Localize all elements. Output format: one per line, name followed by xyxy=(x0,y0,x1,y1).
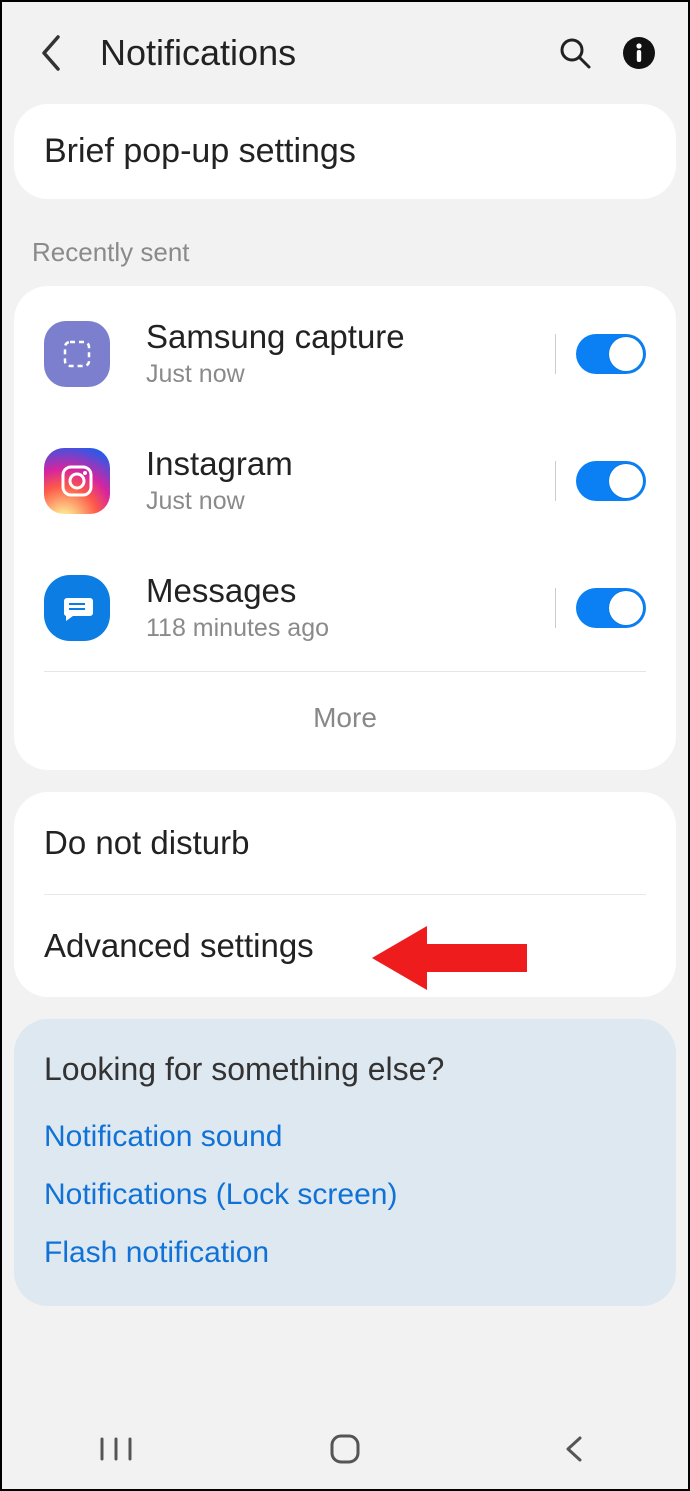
samsung-capture-icon xyxy=(44,321,110,387)
app-sub: Just now xyxy=(146,487,535,516)
do-not-disturb-row[interactable]: Do not disturb xyxy=(14,792,676,894)
search-button[interactable] xyxy=(552,30,598,76)
back-icon xyxy=(562,1434,586,1464)
info-button[interactable] xyxy=(616,30,662,76)
link-flash-notification[interactable]: Flash notification xyxy=(44,1236,646,1270)
nav-home[interactable] xyxy=(320,1424,370,1474)
nav-recents[interactable] xyxy=(91,1424,141,1474)
toggle-instagram[interactable] xyxy=(576,461,646,501)
messages-icon xyxy=(44,575,110,641)
search-icon xyxy=(557,35,593,71)
divider xyxy=(555,461,556,501)
toggle-messages[interactable] xyxy=(576,588,646,628)
recently-sent-label: Recently sent xyxy=(2,211,688,286)
app-row-samsung-capture[interactable]: Samsung capture Just now xyxy=(14,290,676,417)
advanced-settings-row[interactable]: Advanced settings xyxy=(14,895,676,997)
recent-apps-card: Samsung capture Just now Instagram Just … xyxy=(14,286,676,770)
header-bar: Notifications xyxy=(2,2,688,104)
info-icon xyxy=(621,35,657,71)
toggle-samsung-capture[interactable] xyxy=(576,334,646,374)
page-title: Notifications xyxy=(100,32,534,74)
home-icon xyxy=(328,1432,362,1466)
app-name: Samsung capture xyxy=(146,318,535,356)
app-sub: 118 minutes ago xyxy=(146,614,535,643)
link-notification-sound[interactable]: Notification sound xyxy=(44,1120,646,1154)
more-button[interactable]: More xyxy=(14,672,676,770)
looking-for-card: Looking for something else? Notification… xyxy=(14,1019,676,1306)
system-nav-bar xyxy=(2,1409,688,1489)
recents-icon xyxy=(98,1435,134,1463)
link-notifications-lock-screen[interactable]: Notifications (Lock screen) xyxy=(44,1178,646,1212)
app-name: Instagram xyxy=(146,445,535,483)
divider xyxy=(555,334,556,374)
brief-popup-label: Brief pop-up settings xyxy=(14,104,676,199)
brief-popup-card[interactable]: Brief pop-up settings xyxy=(14,104,676,199)
app-name: Messages xyxy=(146,572,535,610)
chevron-left-icon xyxy=(37,33,63,73)
app-row-instagram[interactable]: Instagram Just now xyxy=(14,417,676,544)
back-button[interactable] xyxy=(28,31,72,75)
looking-title: Looking for something else? xyxy=(44,1051,646,1088)
nav-back[interactable] xyxy=(549,1424,599,1474)
instagram-icon xyxy=(44,448,110,514)
app-sub: Just now xyxy=(146,360,535,389)
settings-card: Do not disturb Advanced settings xyxy=(14,792,676,997)
app-row-messages[interactable]: Messages 118 minutes ago xyxy=(14,544,676,671)
divider xyxy=(555,588,556,628)
